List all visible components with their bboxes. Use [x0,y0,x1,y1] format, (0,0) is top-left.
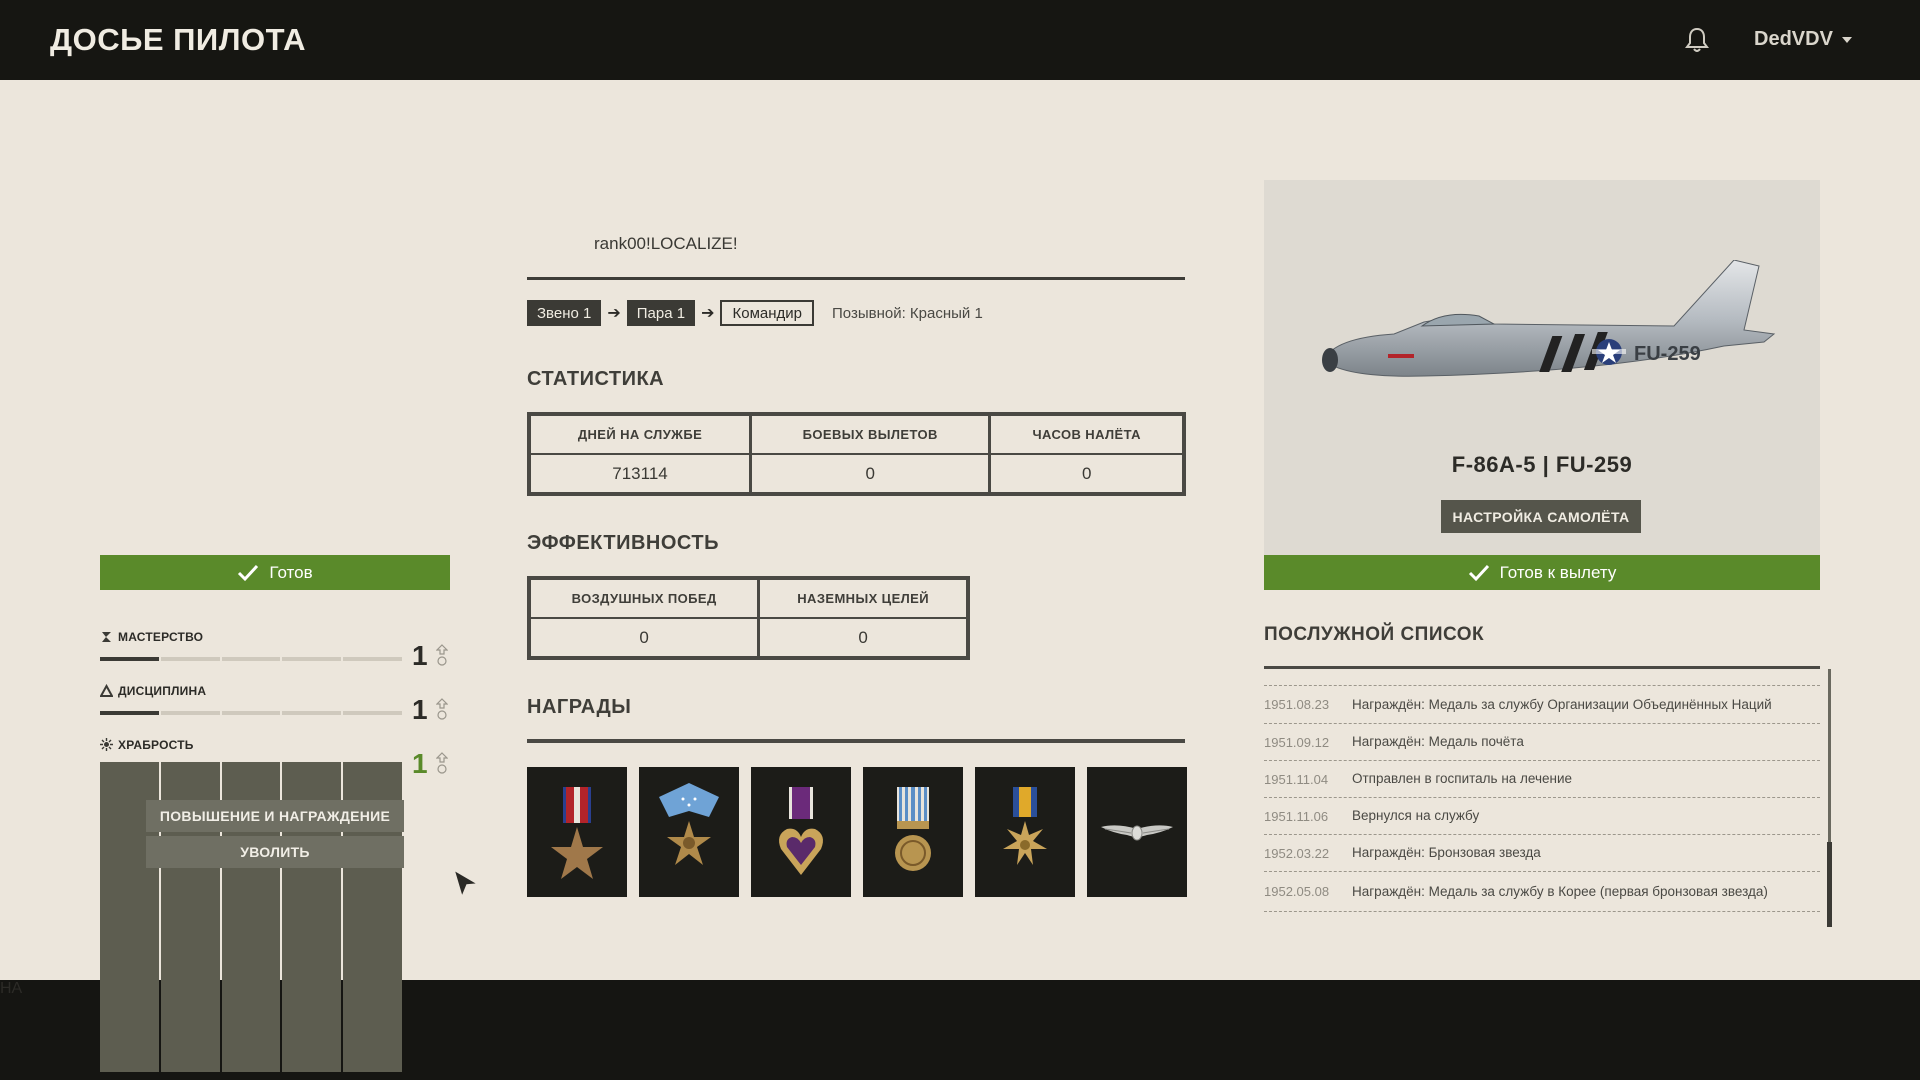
medal-of-honor-icon [659,783,719,865]
aircraft-card: FU-259 F-86A-5 | FU-259 НАСТРОЙКА САМОЛЁ… [1264,180,1820,556]
divider [1264,666,1820,669]
record-date: 1952.05.08 [1264,884,1330,899]
medal-slot[interactable] [1087,767,1187,897]
list-item: 1951.11.06 Вернулся на службу [1264,798,1820,835]
rank-label: rank00!LOCALIZE! [594,234,738,253]
tail-code-text: FU-259 [1634,343,1701,365]
checkmark-icon [1468,564,1489,581]
stats-header: ЧАСОВ НАЛЁТА [989,414,1184,455]
record-text: Награждён: Медаль за службу в Корее (пер… [1352,883,1768,899]
record-date: 1951.09.12 [1264,734,1330,750]
record-date: 1951.08.23 [1264,697,1330,712]
awards-heading: НАГРАДЫ [527,696,632,718]
upgrade-arrow-icon[interactable] [436,644,448,666]
efficiency-header: НАЗЕМНЫХ ЦЕЛЕЙ [758,578,968,619]
record-text: Награждён: Бронзовая звезда [1352,845,1541,860]
skill-level: 1 [412,748,428,779]
divider [527,739,1185,743]
callsign: Позывной: Красный 1 [831,304,983,322]
list-item: 1952.03.22 Награждён: Бронзовая звезда [1264,835,1820,872]
bravery-icon [100,738,113,751]
mouse-cursor-icon [452,868,480,900]
medal-slot[interactable] [751,767,851,897]
ready-label: Готов [269,562,313,582]
list-item: 1951.08.23 Награждён: Медаль за службу О… [1264,686,1820,724]
skill-name: ХРАБРОСТЬ [118,738,194,752]
medal-slot[interactable] [527,767,627,897]
medal-slot[interactable] [863,767,963,897]
discipline-icon [100,684,113,697]
record-text: Отправлен в госпиталь на лечение [1352,771,1573,786]
skill-name: ДИСЦИПЛИНА [118,684,207,698]
stats-header: ДНЕЙ НА СЛУЖБЕ [529,414,753,455]
checkmark-icon [238,564,259,581]
record-text: Награждён: Медаль почёта [1352,734,1524,749]
stats-value: 0 [1081,463,1092,483]
chevron-down-icon[interactable] [1842,37,1852,43]
skill-level: 1 [412,640,428,671]
ready-to-fly-label: Готов к вылету [1499,562,1617,582]
stats-header: БОЕВЫХ ВЫЛЕТОВ [750,414,992,455]
list-item: 1952.05.08 Награждён: Медаль за службу в… [1264,872,1820,912]
arrow-right-icon: ➔ [701,305,715,322]
pilot-wings-badge-icon [1101,825,1173,841]
efficiency-heading: ЭФФЕКТИВНОСТЬ [527,532,719,554]
arrow-right-icon: ➔ [607,305,621,322]
medal-slot[interactable] [975,767,1075,897]
efficiency-header: ВОЗДУШНЫХ ПОБЕД [529,578,761,619]
awards-row [527,767,1187,897]
upgrade-arrow-icon[interactable] [436,752,448,774]
skill-level: 1 [412,694,428,725]
stats-value: 0 [750,454,992,494]
record-text: Вернулся на службу [1352,808,1480,823]
mastery-icon [102,632,111,642]
service-record-list[interactable]: 1951.08.23 Награждён: Медаль за службу О… [1264,672,1820,932]
record-date: 1952.03.22 [1264,845,1330,861]
ready-to-fly-button[interactable]: Готов к вылету [1264,555,1820,590]
record-date: 1951.11.04 [1264,771,1329,787]
aircraft-setup-button[interactable]: НАСТРОЙКА САМОЛЁТА [1441,500,1641,533]
skill-mastery: МАСТЕРСТВО 1 [100,630,450,671]
efficiency-value: 0 [858,627,868,647]
aircraft-name: F-86A-5 | FU-259 [1451,452,1633,477]
dismiss-button[interactable]: УВОЛИТЬ [146,836,404,868]
skill-discipline: ДИСЦИПЛИНА 1 [100,684,450,725]
upgrade-arrow-icon[interactable] [436,698,448,720]
air-medal-icon [1003,787,1047,865]
skill-progress-bar [100,711,402,715]
record-date: 1951.11.06 [1264,808,1329,824]
bottom-section-label: НА [0,980,23,997]
skill-name: МАСТЕРСТВО [118,630,204,644]
medal-slot[interactable] [639,767,739,897]
service-record-heading: ПОСЛУЖНОЙ СПИСОК [1264,624,1485,645]
pair-chip[interactable]: Пара 1 [626,300,696,326]
scrollbar-thumb[interactable] [1827,842,1832,927]
user-menu[interactable]: DedVDV [1754,28,1833,51]
skill-progress-bar [100,657,402,661]
un-service-medal-icon [895,787,931,871]
stats-value: 713114 [529,454,753,494]
page-title: ДОСЬЕ ПИЛОТА [50,22,306,57]
efficiency-table: ВОЗДУШНЫХ ПОБЕД НАЗЕМНЫХ ЦЕЛЕЙ 0 0 [527,576,970,660]
stats-table: ДНЕЙ НА СЛУЖБЕ БОЕВЫХ ВЫЛЕТОВ ЧАСОВ НАЛЁ… [527,412,1186,496]
stats-heading: СТАТИСТИКА [527,368,665,390]
role-chip[interactable]: Командир [720,300,814,326]
top-bar: ДОСЬЕ ПИЛОТА DedVDV [0,0,1920,80]
list-item-partial [1264,672,1820,686]
ready-button[interactable]: Готов [100,555,450,590]
list-item: 1951.09.12 Награждён: Медаль почёта [1264,724,1820,761]
divider [527,277,1185,280]
promote-and-award-button[interactable]: ПОВЫШЕНИЕ И НАГРАЖДЕНИЕ [146,800,404,832]
efficiency-value: 0 [529,618,761,658]
aircraft-image: FU-259 [1322,260,1776,377]
unit-chain: Звено 1 ➔ Пара 1 ➔ Командир Позывной: Кр… [527,300,983,326]
bronze-star-medal-icon [551,787,603,879]
record-text: Награждён: Медаль за службу Организации … [1352,696,1772,712]
flight-chip[interactable]: Звено 1 [527,300,602,326]
bell-icon[interactable] [1684,26,1710,54]
purple-heart-medal-icon [779,787,823,875]
list-item: 1951.11.04 Отправлен в госпиталь на лече… [1264,761,1820,798]
